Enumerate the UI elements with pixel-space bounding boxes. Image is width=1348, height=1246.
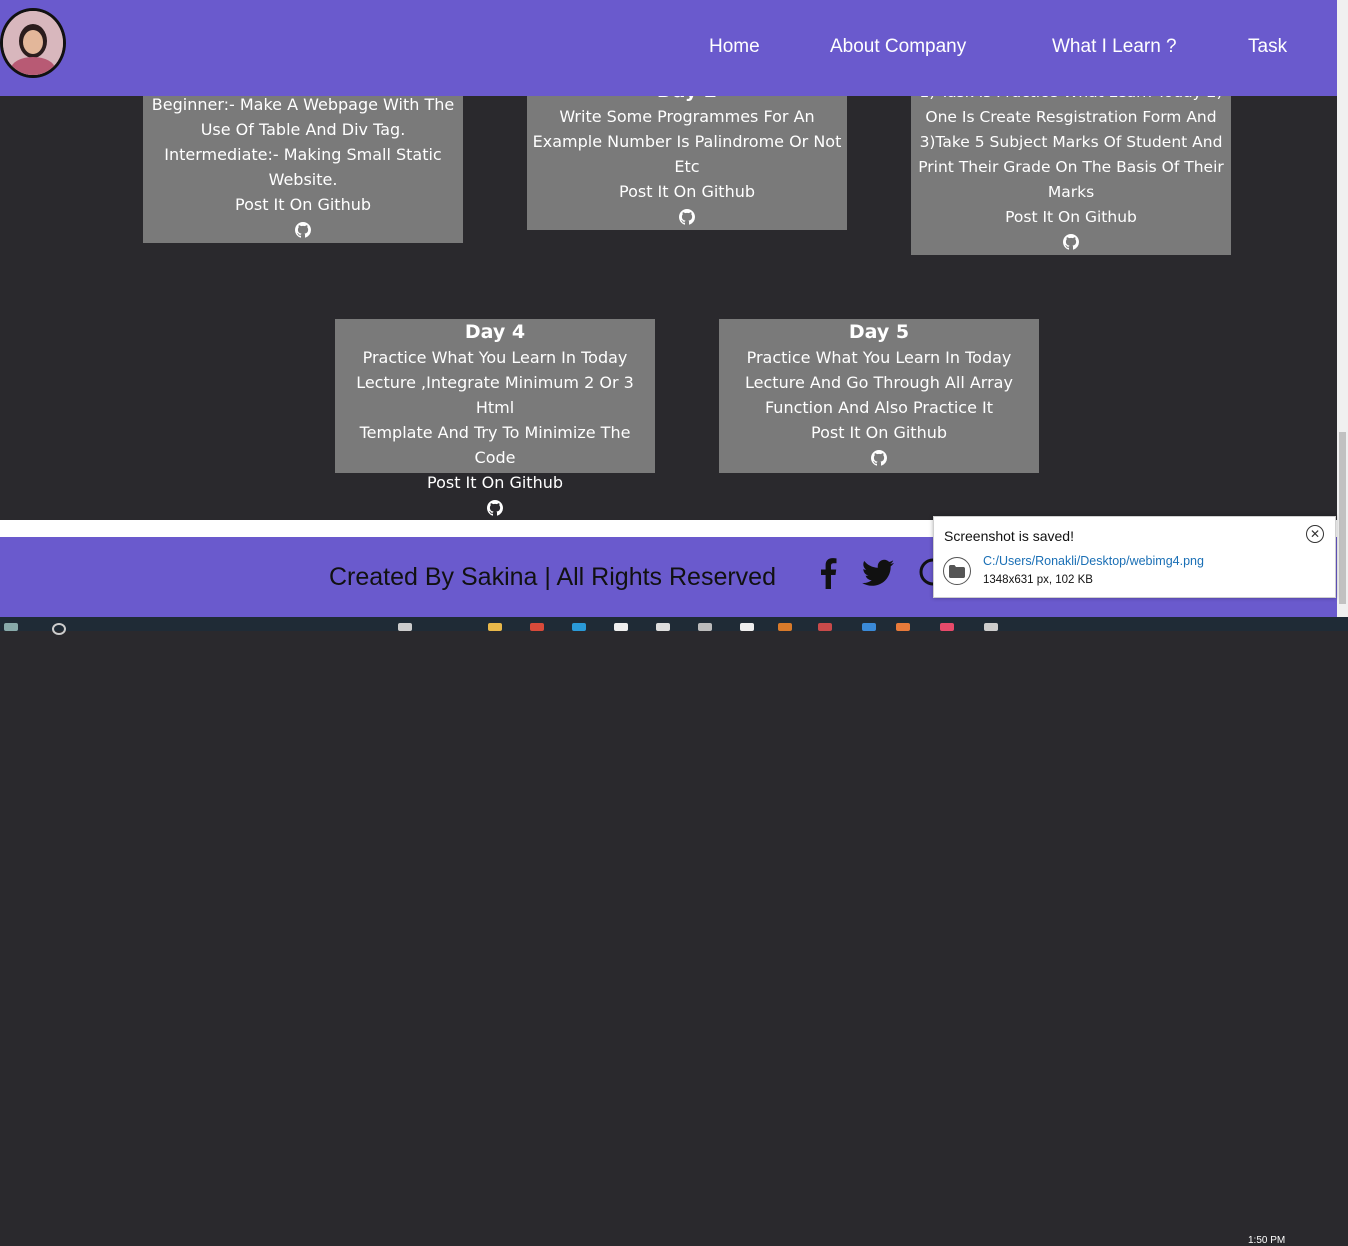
footer-copyright: Created By Sakina | All Rights Reserved: [329, 563, 776, 591]
task-card-day-3: 1) Task Is Practice What Learn Today 2) …: [911, 80, 1231, 255]
card-text-line: Function And Also Practice It: [764, 398, 994, 417]
task-card-day-4: Day 4 Practice What You Learn In Today L…: [335, 319, 655, 516]
top-navbar: Home About Company What I Learn ? Task: [0, 0, 1337, 96]
nav-link-about-company[interactable]: About Company: [830, 36, 966, 58]
taskbar-app-icon[interactable]: [896, 623, 910, 631]
vertical-scrollbar[interactable]: [1337, 0, 1348, 617]
card-post-text: Post It On Github: [234, 195, 371, 214]
taskbar-app-icon[interactable]: [818, 623, 832, 631]
screenshot-saved-notification: Screenshot is saved! ✕ C:/Users/Ronakli/…: [933, 516, 1336, 598]
card-text-line: 3)Take 5 Subject Marks Of Student And: [919, 133, 1223, 151]
start-icon[interactable]: [4, 623, 18, 631]
taskbar-app-icon[interactable]: [530, 623, 544, 631]
taskbar-app-icon[interactable]: [862, 623, 876, 631]
taskbar-app-icon[interactable]: [984, 623, 998, 631]
taskbar-app-icon[interactable]: [740, 623, 754, 631]
scrollbar-thumb[interactable]: [1339, 432, 1346, 604]
card-day-title: Day 4: [464, 321, 526, 343]
taskbar-app-icon[interactable]: [698, 623, 712, 631]
card-text-line: Intermediate:- Making Small Static: [164, 145, 442, 164]
taskbar-app-icon[interactable]: [940, 623, 954, 631]
folder-icon[interactable]: [943, 557, 971, 585]
github-icon[interactable]: [871, 448, 887, 466]
card-text-line: Website.: [268, 170, 338, 189]
card-text-line: Use Of Table And Div Tag.: [200, 120, 406, 139]
card-text-line: Etc: [674, 157, 700, 176]
notification-title: Screenshot is saved!: [944, 528, 1074, 544]
card-text-line: Practice What You Learn In Today: [362, 348, 628, 367]
task-card-day-2: Day 2 Write Some Programmes For An Examp…: [527, 78, 847, 230]
notification-file-path-link[interactable]: C:/Users/Ronakli/Desktop/webimg4.png: [983, 554, 1204, 568]
github-icon[interactable]: [1063, 233, 1079, 251]
card-post-text: Post It On Github: [810, 423, 947, 442]
github-icon[interactable]: [295, 220, 311, 238]
windows-taskbar: 1:50 PM: [0, 617, 1348, 1246]
facebook-icon[interactable]: [818, 557, 838, 593]
taskbar-app-icon[interactable]: [778, 623, 792, 631]
card-day-title: Day 5: [848, 321, 910, 343]
task-card-day-5: Day 5 Practice What You Learn In Today L…: [719, 319, 1039, 473]
card-post-text: Post It On Github: [426, 473, 563, 492]
card-post-text: Post It On Github: [618, 182, 755, 201]
notification-file-meta: 1348x631 px, 102 KB: [983, 574, 1093, 586]
taskbar-app-icon[interactable]: [398, 623, 412, 631]
close-icon[interactable]: ✕: [1306, 525, 1324, 543]
taskbar-app-icon[interactable]: [656, 623, 670, 631]
card-text-line: Write Some Programmes For An: [559, 107, 815, 126]
profile-avatar[interactable]: [0, 8, 66, 78]
card-text-line: Print Their Grade On The Basis Of Their: [918, 158, 1224, 176]
taskbar-clock[interactable]: 1:50 PM: [1248, 1235, 1285, 1246]
taskbar-app-icon[interactable]: [614, 623, 628, 631]
taskbar-app-icon[interactable]: [488, 623, 502, 631]
nav-link-what-i-learn[interactable]: What I Learn ?: [1052, 36, 1177, 58]
card-post-text: Post It On Github: [1005, 208, 1137, 226]
search-icon[interactable]: [52, 623, 66, 635]
github-icon[interactable]: [487, 498, 503, 516]
github-icon[interactable]: [679, 207, 695, 225]
card-text-line: Marks: [1047, 183, 1095, 201]
twitter-icon[interactable]: [862, 559, 894, 591]
card-text-line: Practice What You Learn In Today: [746, 348, 1012, 367]
nav-link-task[interactable]: Task: [1248, 36, 1287, 58]
nav-link-home[interactable]: Home: [709, 36, 760, 58]
taskbar-app-icon[interactable]: [572, 623, 586, 631]
card-text-line: Lecture ,Integrate Minimum 2 Or 3 Html: [356, 373, 634, 417]
card-text-line: Template And Try To Minimize The Code: [359, 423, 631, 467]
card-text-line: Lecture And Go Through All Array: [745, 373, 1013, 392]
card-text-line: One Is Create Resgistration Form And: [925, 108, 1217, 126]
card-text-line: Example Number Is Palindrome Or Not: [532, 132, 842, 151]
